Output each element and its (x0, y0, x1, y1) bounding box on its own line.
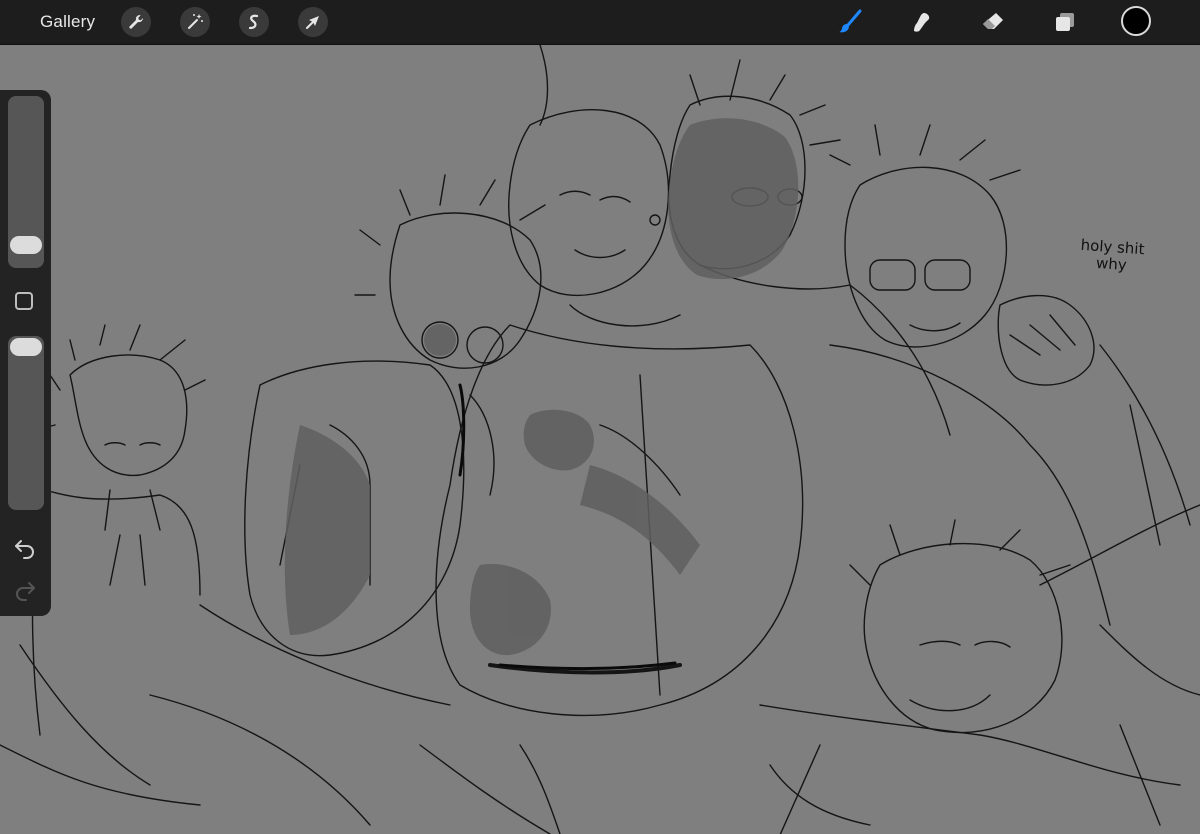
opacity-slider[interactable] (8, 336, 44, 510)
sketch-artwork (0, 45, 1200, 834)
brush-size-slider[interactable] (8, 96, 44, 268)
redo-icon[interactable] (13, 578, 37, 602)
gallery-button[interactable]: Gallery (40, 12, 95, 32)
selection-button[interactable] (239, 7, 269, 37)
opacity-thumb[interactable] (10, 338, 42, 356)
actions-button[interactable] (121, 7, 151, 37)
layers-icon (1056, 13, 1074, 31)
smudge-icon (914, 13, 930, 32)
transform-button[interactable] (298, 7, 328, 37)
brush-size-thumb[interactable] (10, 236, 42, 254)
adjustments-button[interactable] (180, 7, 210, 37)
brush-sidebar (0, 90, 51, 616)
eraser-icon (983, 13, 1003, 29)
smudge-tool-button[interactable] (906, 6, 938, 38)
sketch-annotation: holy shit why (1079, 236, 1145, 275)
brush-tool-button[interactable] (834, 6, 866, 38)
eyedropper-square-button[interactable] (15, 292, 33, 310)
magic-wand-icon (188, 14, 203, 29)
eraser-tool-button[interactable] (977, 6, 1009, 38)
wrench-icon (129, 14, 144, 29)
layers-button[interactable] (1049, 6, 1081, 38)
drawing-canvas[interactable]: holy shit why (0, 45, 1200, 834)
brush-icon (839, 9, 862, 33)
undo-icon[interactable] (13, 536, 37, 560)
color-picker-button[interactable] (1121, 6, 1151, 36)
transform-arrow-icon (306, 16, 319, 29)
selection-icon (248, 14, 259, 30)
top-toolbar: Gallery (0, 0, 1200, 45)
